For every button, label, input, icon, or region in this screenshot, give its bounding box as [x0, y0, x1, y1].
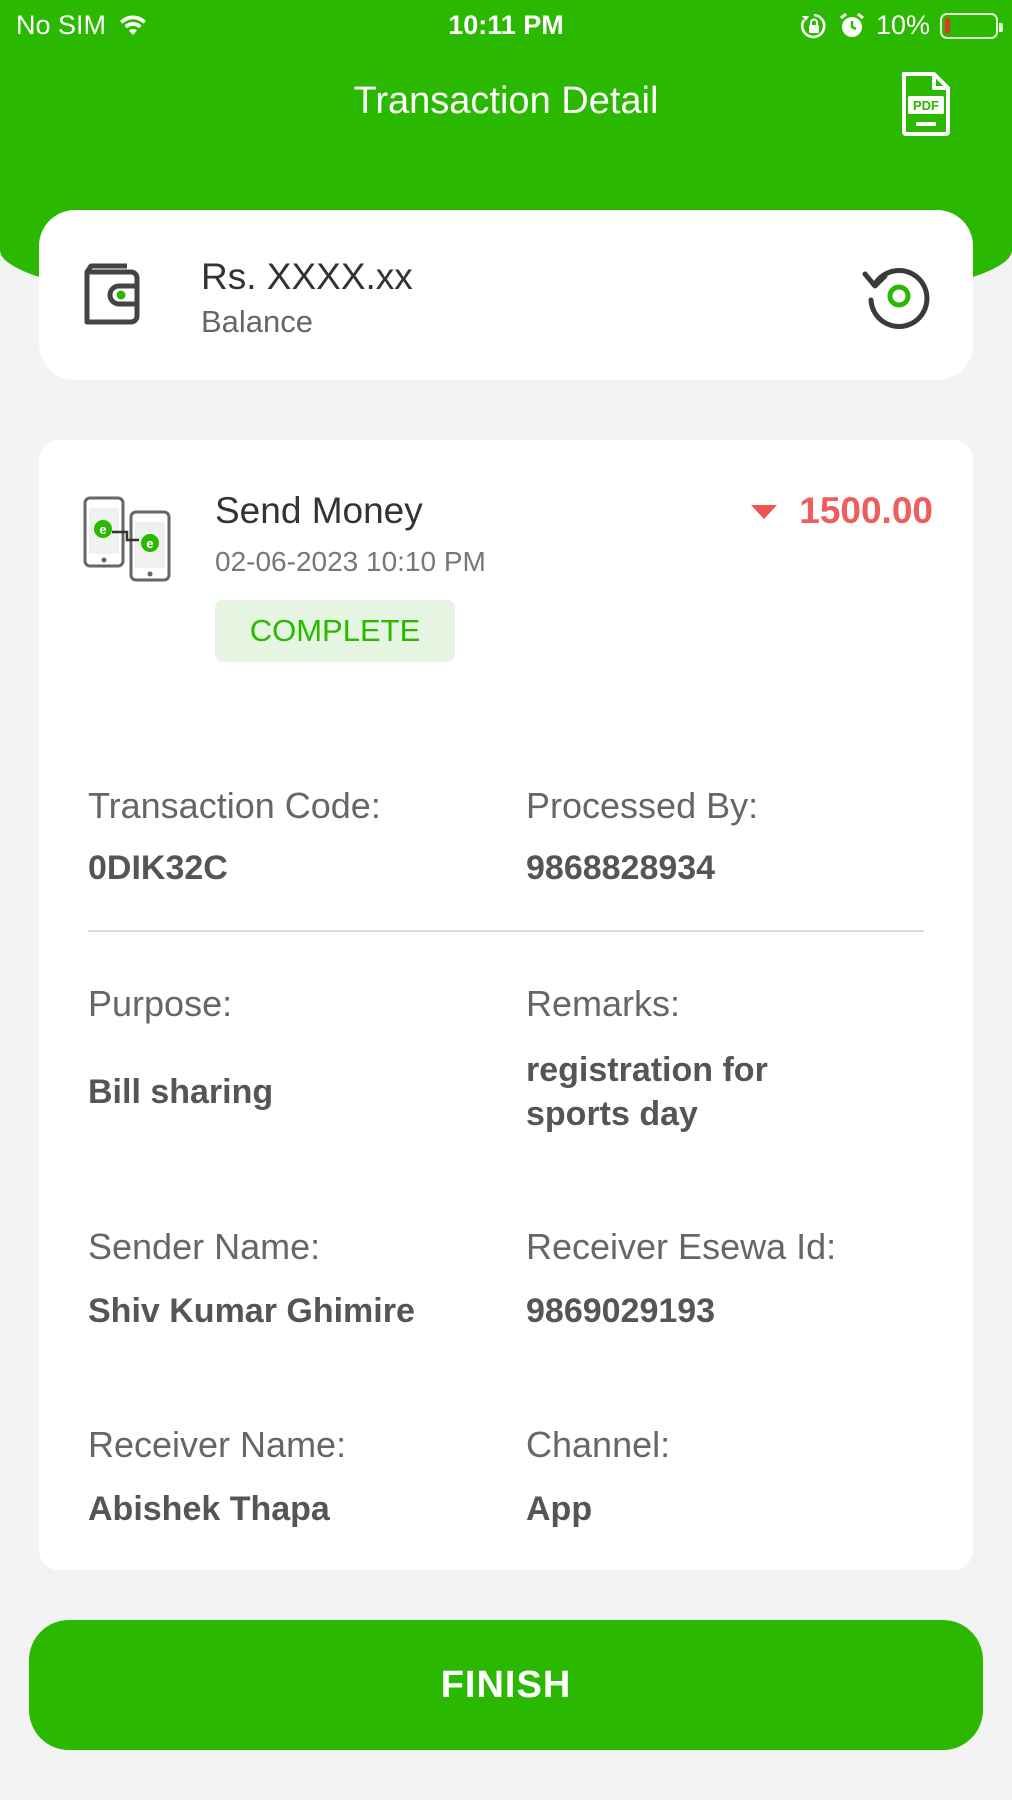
remarks-label: Remarks:: [526, 983, 681, 1024]
transaction-date: 02-06-2023 10:10 PM: [215, 546, 486, 577]
remarks-value-line-1: registration for: [526, 1051, 768, 1089]
svg-text:e: e: [99, 522, 106, 537]
transaction-type: Send Money: [215, 490, 423, 531]
sender-name-label: Sender Name:: [88, 1226, 321, 1267]
send-money-icon: e e: [83, 496, 171, 582]
transaction-code-label: Transaction Code:: [88, 785, 381, 826]
pdf-icon[interactable]: PDF: [900, 72, 952, 136]
pdf-icon-text: PDF: [913, 98, 939, 113]
divider: [88, 930, 924, 932]
receiver-name-label: Receiver Name:: [88, 1424, 347, 1465]
balance-amount: Rs. XXXX.xx: [201, 256, 413, 297]
refresh-icon[interactable]: [861, 260, 931, 330]
wallet-icon: [84, 263, 140, 325]
receiver-esewa-id-value: 9869029193: [526, 1292, 716, 1330]
page-title: Transaction Detail: [353, 80, 659, 122]
battery-level: [945, 17, 950, 34]
channel-value: App: [526, 1490, 593, 1528]
transaction-detail-card: e e Send Money 02-06-2023 10:10 PM COMPL…: [39, 440, 973, 1570]
balance-label: Balance: [201, 304, 314, 339]
purpose-value: Bill sharing: [88, 1073, 274, 1111]
status-bar: No SIM 10:11 PM 10%: [0, 0, 1012, 50]
balance-card: Rs. XXXX.xx Balance: [39, 210, 973, 380]
receiver-name-value: Abishek Thapa: [88, 1490, 330, 1528]
status-right: 10%: [800, 10, 1003, 41]
transaction-amount-row: 1500.00: [751, 490, 933, 532]
transaction-code-value: 0DIK32C: [88, 849, 228, 887]
purpose-label: Purpose:: [88, 983, 233, 1024]
transaction-amount: 1500.00: [799, 490, 933, 531]
battery-percent: 10%: [875, 10, 930, 40]
processed-by-value: 9868828934: [526, 849, 716, 887]
alarm-icon: [840, 12, 864, 37]
svg-text:e: e: [146, 536, 153, 551]
remarks-value-line-2: sports day: [526, 1095, 698, 1133]
battery-icon: [940, 12, 1003, 39]
processed-by-label: Processed By:: [526, 785, 759, 826]
finish-button[interactable]: FINISH: [29, 1620, 983, 1750]
status-badge: COMPLETE: [215, 600, 455, 662]
receiver-esewa-id-label: Receiver Esewa Id:: [526, 1226, 837, 1267]
channel-label: Channel:: [526, 1424, 671, 1465]
sender-name-value: Shiv Kumar Ghimire: [88, 1292, 415, 1330]
debit-arrow-icon: [751, 505, 778, 519]
orientation-lock-icon: [800, 13, 826, 38]
